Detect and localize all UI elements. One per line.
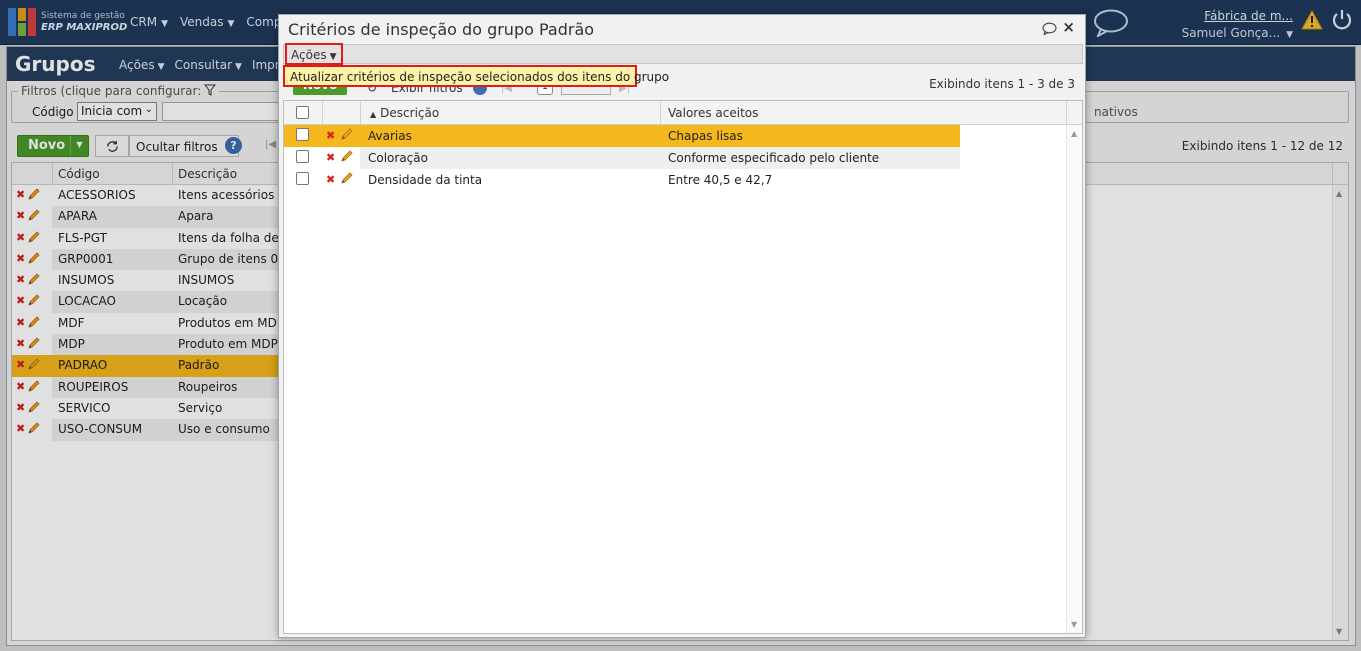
cell-accepted-values: Entre 40,5 e 42,7 bbox=[668, 173, 773, 187]
row-checkbox[interactable] bbox=[296, 172, 309, 185]
row-actions: ✖ bbox=[322, 125, 360, 147]
criteria-grid-body: ✖ Avarias Chapas lisas ✖ Coloração Conforme e… bbox=[284, 125, 1082, 191]
cell-description: Coloração bbox=[360, 147, 660, 169]
dialog-title: Critérios de inspeção do grupo Padrão bbox=[288, 20, 595, 39]
chevron-down-icon: ▼ bbox=[329, 52, 337, 62]
scroll-down-icon[interactable]: ▼ bbox=[1071, 620, 1077, 629]
row-select-cell bbox=[284, 125, 322, 147]
row-select-cell bbox=[284, 169, 322, 191]
update-criteria-menu-item[interactable]: Atualizar critérios de inspeção selecion… bbox=[283, 65, 669, 87]
cell-accepted-values: Chapas lisas bbox=[660, 125, 960, 147]
inspection-criteria-dialog: Critérios de inspeção do grupo Padrão × … bbox=[278, 14, 1086, 638]
criteria-scrollbar[interactable]: ▲ ▼ bbox=[1066, 125, 1082, 633]
close-icon[interactable]: × bbox=[1062, 18, 1075, 36]
edit-pencil-icon[interactable] bbox=[340, 150, 353, 163]
cell-description: Avarias bbox=[360, 125, 660, 147]
row-checkbox[interactable] bbox=[296, 128, 309, 141]
cell-accepted-values: Conforme especificado pelo cliente bbox=[660, 147, 960, 169]
edit-pencil-icon[interactable] bbox=[340, 128, 353, 141]
criteria-grid-header: ▲ Descrição Valores aceitos bbox=[284, 101, 1082, 125]
cell-description: Densidade da tinta bbox=[368, 173, 483, 187]
sort-ascending-icon: ▲ bbox=[370, 110, 377, 119]
delete-icon[interactable]: ✖ bbox=[326, 151, 335, 164]
edit-pencil-icon[interactable] bbox=[340, 172, 353, 185]
delete-icon[interactable]: ✖ bbox=[326, 129, 335, 142]
row-actions: ✖ bbox=[322, 147, 360, 169]
select-all-checkbox[interactable] bbox=[296, 106, 309, 119]
row-select-cell bbox=[284, 147, 322, 169]
scroll-up-icon[interactable]: ▲ bbox=[1071, 129, 1077, 138]
criteria-grid: ▲ Descrição Valores aceitos ✖ Avarias Chapa… bbox=[283, 100, 1083, 634]
dialog-showing-count: Exibindo itens 1 - 3 de 3 bbox=[929, 77, 1075, 91]
table-row[interactable]: ✖ Avarias Chapas lisas bbox=[284, 125, 1082, 147]
column-header-accepted-values[interactable]: Valores aceitos bbox=[668, 106, 758, 120]
table-row[interactable]: ✖ Densidade da tinta Entre 40,5 e 42,7 bbox=[284, 169, 1082, 191]
table-row[interactable]: ✖ Coloração Conforme especificado pelo cli… bbox=[284, 147, 1082, 169]
column-header-description[interactable]: ▲ Descrição bbox=[370, 106, 439, 120]
dialog-menubar: Ações ▼ bbox=[283, 43, 1083, 65]
dialog-actions-menu[interactable]: Ações ▼ bbox=[285, 43, 343, 65]
row-checkbox[interactable] bbox=[296, 150, 309, 163]
chat-icon[interactable] bbox=[1042, 22, 1057, 35]
row-actions: ✖ bbox=[322, 169, 360, 191]
delete-icon[interactable]: ✖ bbox=[326, 173, 335, 186]
